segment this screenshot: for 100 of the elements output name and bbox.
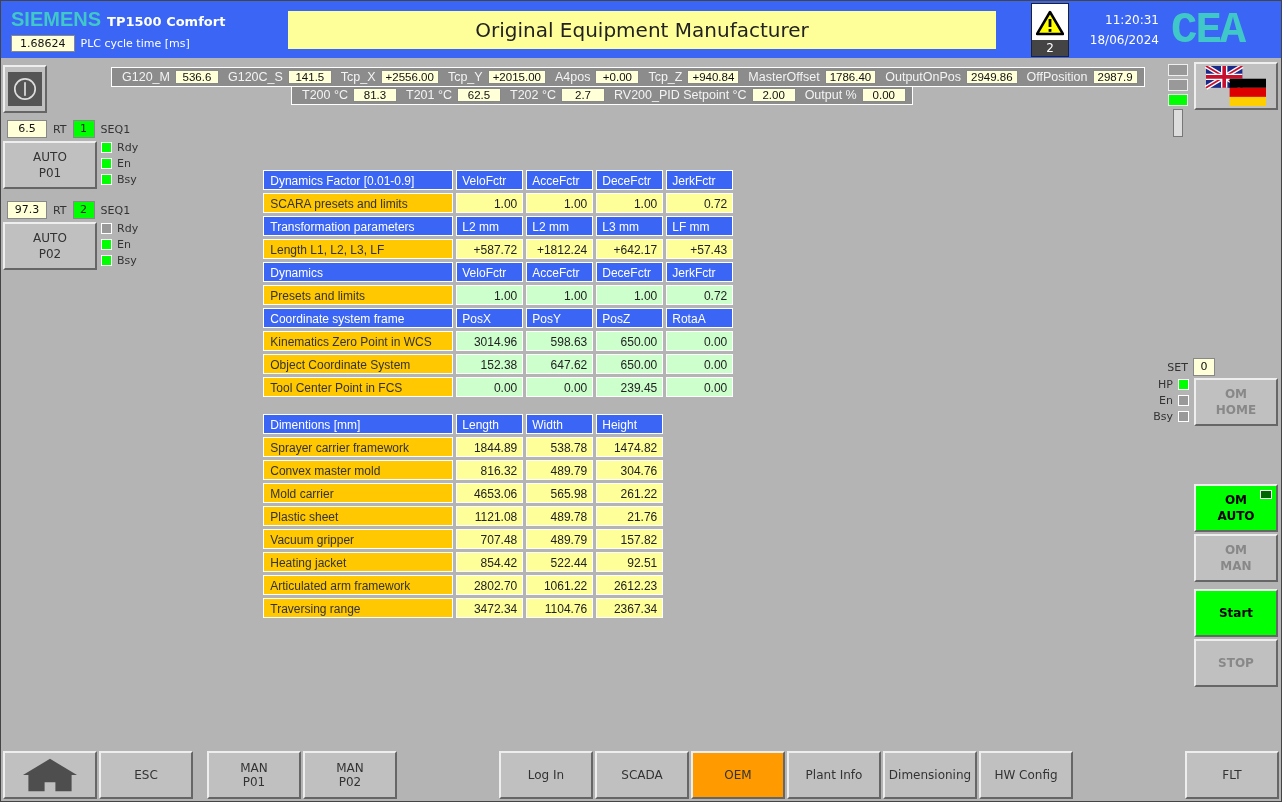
row-label: Convex master mold — [263, 460, 454, 480]
nav-button[interactable]: MAN P01 — [207, 751, 301, 799]
status-label: Rdy — [117, 141, 139, 154]
status-label: Bsy — [117, 254, 137, 267]
value-cell: 650.00 — [596, 331, 664, 351]
telemetry-value: 2.7 — [561, 88, 605, 102]
start-button[interactable]: Start — [1194, 589, 1278, 637]
nav-button[interactable]: ESC — [99, 751, 193, 799]
telemetry-value: 536.6 — [174, 70, 219, 84]
set-value: 0 — [1193, 358, 1215, 376]
telemetry-value: 1786.40 — [824, 70, 877, 84]
telemetry-label: G120C_S — [227, 70, 283, 84]
brand-logo: SIEMENS — [11, 7, 102, 31]
value-cell: 3472.34 — [456, 598, 524, 618]
nav-button[interactable]: Dimensioning — [883, 751, 977, 799]
row-label: Mold carrier — [263, 483, 454, 503]
row-label: Length L1, L2, L3, LF — [263, 239, 454, 259]
column-header: DeceFctr — [596, 170, 664, 190]
sequence-label: SEQ1 — [100, 122, 131, 136]
home-button[interactable] — [3, 751, 97, 799]
column-header: PosX — [456, 308, 524, 328]
column-header: L3 mm — [596, 216, 664, 236]
column-header: Height — [596, 414, 664, 434]
column-header: VeloFctr — [456, 262, 524, 282]
telemetry-value: 2949.86 — [966, 70, 1018, 84]
value-cell: 1121.08 — [456, 506, 524, 526]
row-label: Object Coordinate System — [263, 354, 454, 374]
cycle-time-field: 1.68624 — [11, 34, 75, 52]
value-cell: 816.32 — [456, 460, 524, 480]
telemetry-value: 2.00 — [751, 88, 796, 102]
column-header: AcceFctr — [526, 170, 594, 190]
value-cell: 157.82 — [596, 529, 664, 549]
status-label: En — [117, 157, 131, 170]
value-cell: 2367.34 — [596, 598, 664, 618]
telemetry-label: OffPosition — [1026, 70, 1088, 84]
status-label: HP — [1158, 378, 1173, 391]
column-header: Dimentions [mm] — [263, 414, 454, 434]
telemetry-label: T201 °C — [406, 88, 452, 102]
value-cell: 489.79 — [526, 529, 594, 549]
value-cell: 239.45 — [596, 377, 664, 397]
power-button[interactable] — [3, 65, 47, 113]
house-icon — [21, 757, 79, 793]
value-cell: 598.63 — [526, 331, 594, 351]
auto-button[interactable]: AUTO P02 — [3, 222, 97, 270]
telemetry-value: 62.5 — [457, 88, 501, 102]
value-cell: 522.44 — [526, 552, 594, 572]
telemetry-value: 0.00 — [861, 88, 906, 102]
value-cell: 565.98 — [526, 483, 594, 503]
value-cell: 489.78 — [526, 506, 594, 526]
telemetry-value: 141.5 — [287, 70, 332, 84]
telemetry-label: OutputOnPos — [885, 70, 961, 84]
column-header: Coordinate system frame — [263, 308, 454, 328]
value-cell: 1.00 — [456, 285, 524, 305]
value-cell: 2802.70 — [456, 575, 524, 595]
company-logo: CEA — [1171, 4, 1245, 55]
column-header: Length — [456, 414, 524, 434]
row-label: SCARA presets and limits — [263, 193, 454, 213]
nav-button[interactable]: OEM — [691, 751, 785, 799]
row-label: Presets and limits — [263, 285, 454, 305]
warning-icon — [1036, 9, 1064, 36]
telemetry-value: 2987.9 — [1092, 70, 1138, 84]
set-label: SET — [1167, 360, 1188, 374]
auto-button[interactable]: AUTO P01 — [3, 141, 97, 189]
sequence-label: SEQ1 — [100, 203, 131, 217]
alarm-button[interactable]: 2 — [1031, 2, 1069, 57]
value-cell: +1812.24 — [526, 239, 594, 259]
value-cell: 0.00 — [666, 354, 734, 374]
nav-button[interactable]: MAN P02 — [303, 751, 397, 799]
status-label: Bsy — [1153, 410, 1173, 423]
language-button[interactable] — [1194, 62, 1278, 110]
value-cell: 1.00 — [596, 285, 664, 305]
telemetry-label: A4pos — [554, 70, 591, 84]
value-cell: 1844.89 — [456, 437, 524, 457]
clock-date: 18/06/2024 — [1089, 32, 1159, 47]
value-cell: 1061.22 — [526, 575, 594, 595]
telemetry-value: +940.84 — [687, 70, 740, 84]
value-cell: 1.00 — [526, 193, 594, 213]
column-header: Dynamics — [263, 262, 454, 282]
value-cell: 1104.76 — [526, 598, 594, 618]
nav-button[interactable]: Log In — [499, 751, 593, 799]
telemetry-label: MasterOffset — [748, 70, 820, 84]
value-cell: 854.42 — [456, 552, 524, 572]
telemetry-value: +2015.00 — [487, 70, 546, 84]
column-header: RotaA — [666, 308, 734, 328]
mode-button[interactable]: OM AUTO — [1194, 484, 1278, 532]
scroll-handle[interactable] — [1173, 109, 1183, 137]
nav-button[interactable]: FLT — [1185, 751, 1279, 799]
value-cell: 152.38 — [456, 354, 524, 374]
status-label: Bsy — [117, 173, 137, 186]
panel-model: TP1500 Comfort — [107, 13, 226, 29]
nav-button[interactable]: Plant Info — [787, 751, 881, 799]
station-value: 6.5 — [7, 120, 47, 138]
nav-button[interactable]: SCADA — [595, 751, 689, 799]
station-value: 97.3 — [7, 201, 47, 219]
row-label: Traversing range — [263, 598, 454, 618]
status-label: En — [1159, 394, 1173, 407]
column-header: PosY — [526, 308, 594, 328]
nav-button[interactable]: HW Config — [979, 751, 1073, 799]
screen-title: Original Equipment Manufacturer — [288, 10, 996, 49]
value-cell: 0.00 — [666, 331, 734, 351]
